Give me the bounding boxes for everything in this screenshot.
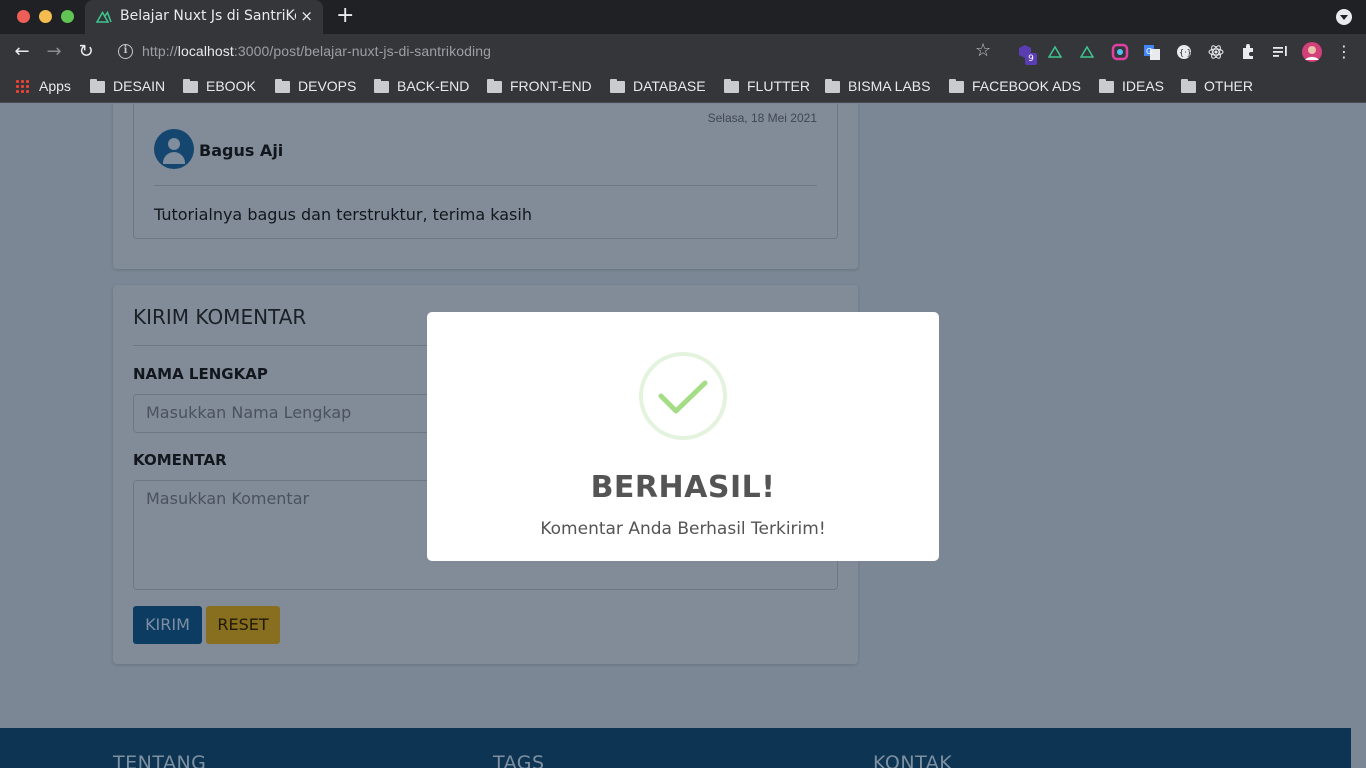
bookmark-folder-label: FRONT-END — [510, 78, 592, 94]
window-close-button[interactable] — [17, 10, 30, 23]
name-label: NAMA LENGKAP — [133, 365, 268, 383]
bookmark-folder[interactable]: BACK-END — [374, 76, 469, 96]
bookmark-folder[interactable]: FACEBOOK ADS — [949, 76, 1081, 96]
bookmark-folder[interactable]: DEVOPS — [275, 76, 356, 96]
bookmark-folder-label: IDEAS — [1122, 78, 1165, 94]
dialog-message: Komentar Anda Berhasil Terkirim! — [540, 519, 826, 539]
browser-toolbar: ← → ↻ i http://localhost:3000/post/belaj… — [0, 34, 1366, 70]
extension-translate-icon[interactable]: G — [1143, 43, 1161, 61]
back-arrow-icon[interactable]: ← — [10, 40, 34, 64]
bookmark-folder-label: EBOOK — [206, 78, 256, 94]
folder-icon — [374, 79, 389, 93]
folder-icon — [90, 79, 105, 93]
comment-date: Selasa, 18 Mei 2021 — [707, 111, 817, 125]
address-bar[interactable]: http://localhost:3000/post/belajar-nuxt-… — [142, 43, 491, 59]
tab-title: Belajar Nuxt Js di SantriKoding — [120, 8, 296, 24]
folder-icon — [487, 79, 502, 93]
folder-icon — [1099, 79, 1114, 93]
extension-react-icon[interactable] — [1207, 43, 1225, 61]
folder-icon — [275, 79, 290, 93]
bookmark-folder-label: BACK-END — [397, 78, 470, 94]
dialog-title: BERHASIL! — [590, 470, 776, 505]
extension-colorpicker-icon[interactable] — [1111, 43, 1129, 61]
url-host: localhost — [177, 43, 234, 59]
browser-tabstrip: Belajar Nuxt Js di SantriKoding × + — [0, 0, 1366, 34]
folder-icon — [825, 79, 840, 93]
bookmarks-bar: Apps DESAIN EBOOK DEVOPS BACK-END FRONT-… — [0, 70, 1366, 103]
url-path: :3000/post/belajar-nuxt-js-di-santrikodi… — [233, 43, 491, 59]
form-title: KIRIM KOMENTAR — [133, 305, 307, 329]
profile-avatar[interactable] — [1302, 42, 1322, 62]
bookmark-folder-label: FACEBOOK ADS — [972, 78, 1081, 94]
forward-arrow-icon[interactable]: → — [42, 40, 66, 64]
comment-card: Selasa, 18 Mei 2021 Bagus Aji Tutorialny… — [113, 104, 858, 269]
bookmark-folder[interactable]: DATABASE — [610, 76, 706, 96]
extension-nuxt-devtools-icon[interactable] — [1079, 43, 1097, 61]
window-maximize-button[interactable] — [61, 10, 74, 23]
bookmark-folder[interactable]: IDEAS — [1099, 76, 1164, 96]
success-check-icon — [639, 352, 727, 440]
reload-icon[interactable]: ↻ — [74, 40, 98, 64]
bookmark-folder-label: FLUTTER — [747, 78, 810, 94]
bookmark-folder-label: DATABASE — [633, 78, 706, 94]
comment-text: Tutorialnya bagus dan terstruktur, terim… — [154, 205, 532, 224]
extension-nuxt-icon[interactable] — [1047, 43, 1065, 61]
divider — [154, 185, 817, 186]
comment-author: Bagus Aji — [199, 141, 284, 160]
folder-icon — [949, 79, 964, 93]
bookmark-folder[interactable]: OTHER — [1181, 76, 1253, 96]
folder-icon — [610, 79, 625, 93]
folder-icon — [1181, 79, 1196, 93]
bookmark-folder-label: DEVOPS — [298, 78, 357, 94]
footer-heading-contact: KONTAK — [873, 752, 953, 768]
success-dialog: BERHASIL! Komentar Anda Berhasil Terkiri… — [427, 312, 939, 561]
bookmark-folder[interactable]: FLUTTER — [724, 76, 810, 96]
bookmark-folder[interactable]: EBOOK — [183, 76, 256, 96]
extension-badge: 9 — [1025, 53, 1037, 65]
bookmark-apps[interactable]: Apps — [15, 76, 71, 96]
new-tab-button[interactable]: + — [336, 3, 354, 28]
browser-tab-active[interactable]: Belajar Nuxt Js di SantriKoding × — [85, 0, 323, 34]
footer-heading-tags: TAGS — [493, 752, 545, 768]
submit-button[interactable]: KIRIM — [133, 606, 202, 644]
extensions-puzzle-icon[interactable] — [1239, 43, 1257, 61]
reset-button[interactable]: RESET — [206, 606, 280, 644]
bookmark-folder[interactable]: BISMA LABS — [825, 76, 930, 96]
svg-text:G: G — [1146, 47, 1152, 56]
tab-search-icon[interactable] — [1336, 9, 1352, 25]
svg-text:{·}: {·} — [1179, 48, 1192, 57]
bookmark-star-icon[interactable]: ☆ — [975, 40, 991, 61]
comment-item: Selasa, 18 Mei 2021 Bagus Aji Tutorialny… — [133, 104, 838, 239]
window-minimize-button[interactable] — [39, 10, 52, 23]
browser-menu-icon[interactable]: ⋮ — [1332, 40, 1356, 64]
folder-icon — [724, 79, 739, 93]
comment-label: KOMENTAR — [133, 451, 227, 469]
bookmark-folder[interactable]: FRONT-END — [487, 76, 592, 96]
bookmark-folder-label: BISMA LABS — [848, 78, 931, 94]
site-footer: TENTANG TAGS KONTAK — [0, 728, 1351, 768]
bookmark-folder-label: DESAIN — [113, 78, 166, 94]
folder-icon — [183, 79, 198, 93]
user-avatar-icon — [154, 129, 194, 169]
apps-grid-icon — [15, 79, 29, 93]
nuxt-favicon-icon — [96, 10, 112, 23]
footer-heading-about: TENTANG — [113, 752, 207, 768]
bookmark-apps-label: Apps — [39, 78, 71, 94]
tab-close-icon[interactable]: × — [300, 7, 313, 25]
bookmark-folder[interactable]: DESAIN — [90, 76, 165, 96]
site-info-icon[interactable]: i — [118, 44, 133, 59]
extension-code-icon[interactable]: {·} — [1175, 43, 1193, 61]
url-prefix: http:// — [142, 43, 178, 59]
bookmark-folder-label: OTHER — [1204, 78, 1253, 94]
media-queue-icon[interactable] — [1271, 43, 1289, 61]
